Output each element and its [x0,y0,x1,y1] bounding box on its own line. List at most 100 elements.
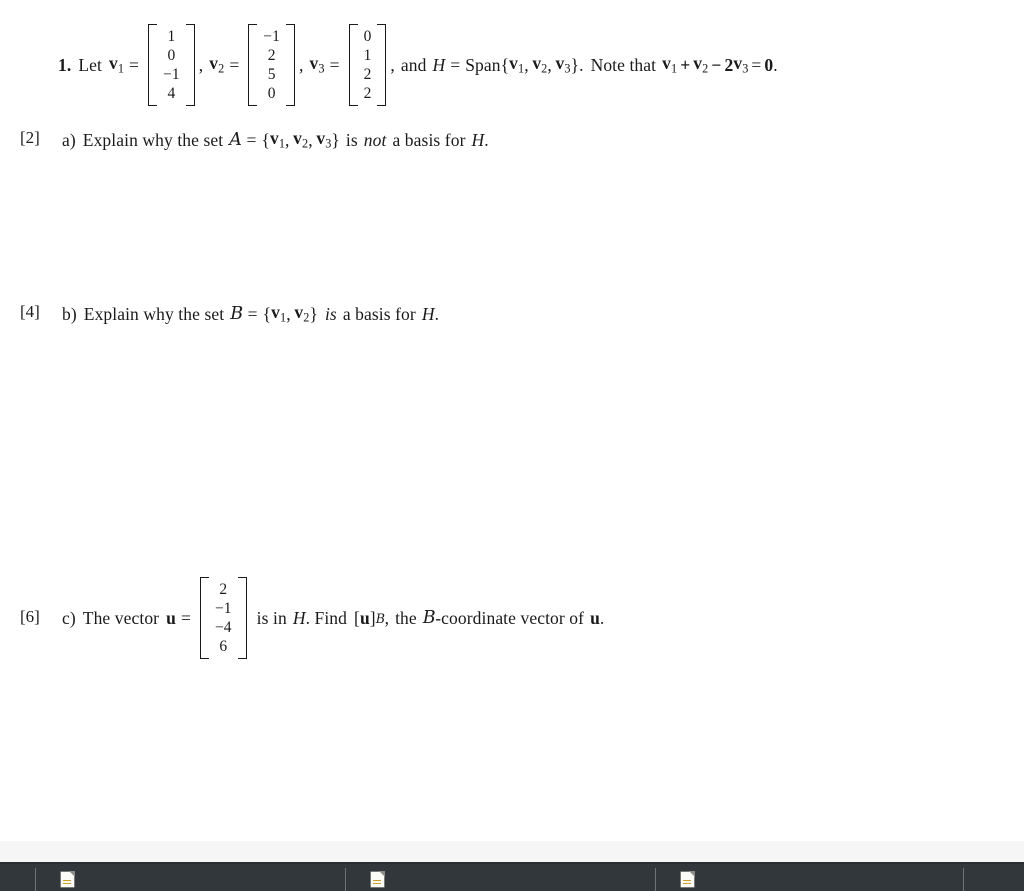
part-a-text-before: Explain why the set [82,129,224,150]
relation-coefficient: 2 [724,54,734,75]
bracket-left [348,24,358,106]
comma-separator: , [308,129,317,150]
H-symbol: H [432,54,446,75]
taskbar [0,864,1024,891]
span-member-v2: v2 [532,53,548,76]
part-a-marks: [2] [20,128,40,147]
part-c-marks: [6] [20,607,40,626]
comma-separator: , [299,54,304,75]
taskbar-item-3[interactable] [681,871,696,891]
vector-entry: 2 [267,47,276,64]
document-icon [371,871,385,887]
bracket-left [148,24,158,106]
question-1-statement: 1. Let v1 = 1 0 −1 4 , v2 = −1 2 5 0 , v… [58,24,778,106]
equals-sign-v2: = [229,54,240,75]
H-symbol: H [471,129,485,150]
basis-name-B: B [422,608,436,628]
vector-u: 2 −1 −4 6 [199,577,247,659]
bracket-right [237,577,247,659]
relation-plus: + [680,54,691,75]
vector-entry: 2 [363,66,372,83]
relation-minus: − [711,54,722,75]
note-text: Note that [590,54,657,75]
comma-separator: , [390,54,395,75]
equals-sign: = [180,607,191,628]
comma-separator: , [198,54,204,75]
comma-separator: , [285,129,294,150]
part-c-the-word: the [395,607,417,628]
equals-sign: = [247,303,258,324]
taskbar-divider [35,868,36,891]
H-symbol: H [292,607,306,628]
H-symbol: H [421,303,435,324]
set-close-brace: } [309,303,318,324]
relation-zero-vector: 0 [764,54,774,75]
taskbar-divider [345,868,346,891]
document-page: 1. Let v1 = 1 0 −1 4 , v2 = −1 2 5 0 , v… [0,0,1024,841]
question-number: 1. [58,54,72,75]
part-a-statement: a) Explain why the set A = { v1 , v2 , v… [62,128,489,152]
vector-entry: 1 [363,47,372,64]
set-name-A: A [229,130,242,150]
taskbar-divider [963,868,964,891]
bracket-right [286,24,295,106]
vector-entry: 5 [267,66,276,83]
vector-v1: 1 0 −1 4 [148,24,195,106]
vector-entry: 1 [167,28,176,45]
and-text: and [400,54,427,75]
part-c-text-before: The vector [82,607,160,628]
vector-u-label: u [166,607,176,628]
part-b-emphasis: is [324,303,337,324]
set-member-v2: v2 [294,302,310,325]
equals-sign-v3: = [329,54,340,75]
relation-period: . [773,54,778,75]
vector-entry: −4 [214,619,232,636]
vector-entry: −1 [163,66,180,83]
equals-sign-H: = [450,54,461,75]
vector-entry: 2 [363,85,372,102]
vector-entry: −1 [214,600,232,617]
set-open-brace: { [261,129,270,150]
period: . [484,129,489,150]
bracket-left [248,24,258,106]
part-c-coord-text: -coordinate vector of [435,607,585,628]
comma-separator: , [547,54,556,75]
set-member-v1: v1 [269,128,286,151]
vector-entry: 4 [167,85,176,102]
taskbar-item-2[interactable] [371,871,386,891]
relation-v3: v3 [733,53,749,76]
part-c-statement: c) The vector u = 2 −1 −4 6 is in H . Fi… [62,577,604,659]
vector-v2-entries: −1 2 5 0 [257,24,286,106]
part-b-statement: b) Explain why the set B = { v1 , v2 } i… [62,302,439,326]
vector-v1-label: v1 [108,53,125,76]
taskbar-item-1[interactable] [61,871,76,891]
vector-entry: 0 [363,28,372,45]
comma-separator: , [524,54,533,75]
bracket-right [377,24,387,106]
span-text: Span [465,54,501,75]
relation-v1: v1 [662,53,678,76]
vector-v2: −1 2 5 0 [248,24,295,106]
set-open-brace: { [262,303,272,324]
set-name-B: B [230,304,243,324]
part-b-text-after: a basis for [342,303,416,324]
part-a-emphasis: not [363,129,387,150]
part-c-find-text: . Find [305,607,348,628]
set-member-v1: v1 [271,302,287,325]
part-b-letter: b) [62,303,77,324]
vector-entry: 0 [267,85,276,102]
bracket-right [185,24,195,106]
vector-entry: 0 [167,47,176,64]
coordinate-vector-u: u [359,607,370,628]
part-c-letter: c) [62,607,76,628]
set-member-v3: v3 [316,128,332,151]
bracket-left [199,577,209,659]
span-open-brace: { [500,54,510,75]
equals-sign-v1: = [129,54,140,75]
part-a-text-after: a basis for [392,129,466,150]
vector-v3-label: v3 [309,53,325,76]
vector-v3-entries: 0 1 2 2 [358,24,378,106]
set-close-brace: } [331,129,340,150]
vector-u-entries: 2 −1 −4 6 [209,577,238,659]
relation-v2: v2 [693,53,709,76]
